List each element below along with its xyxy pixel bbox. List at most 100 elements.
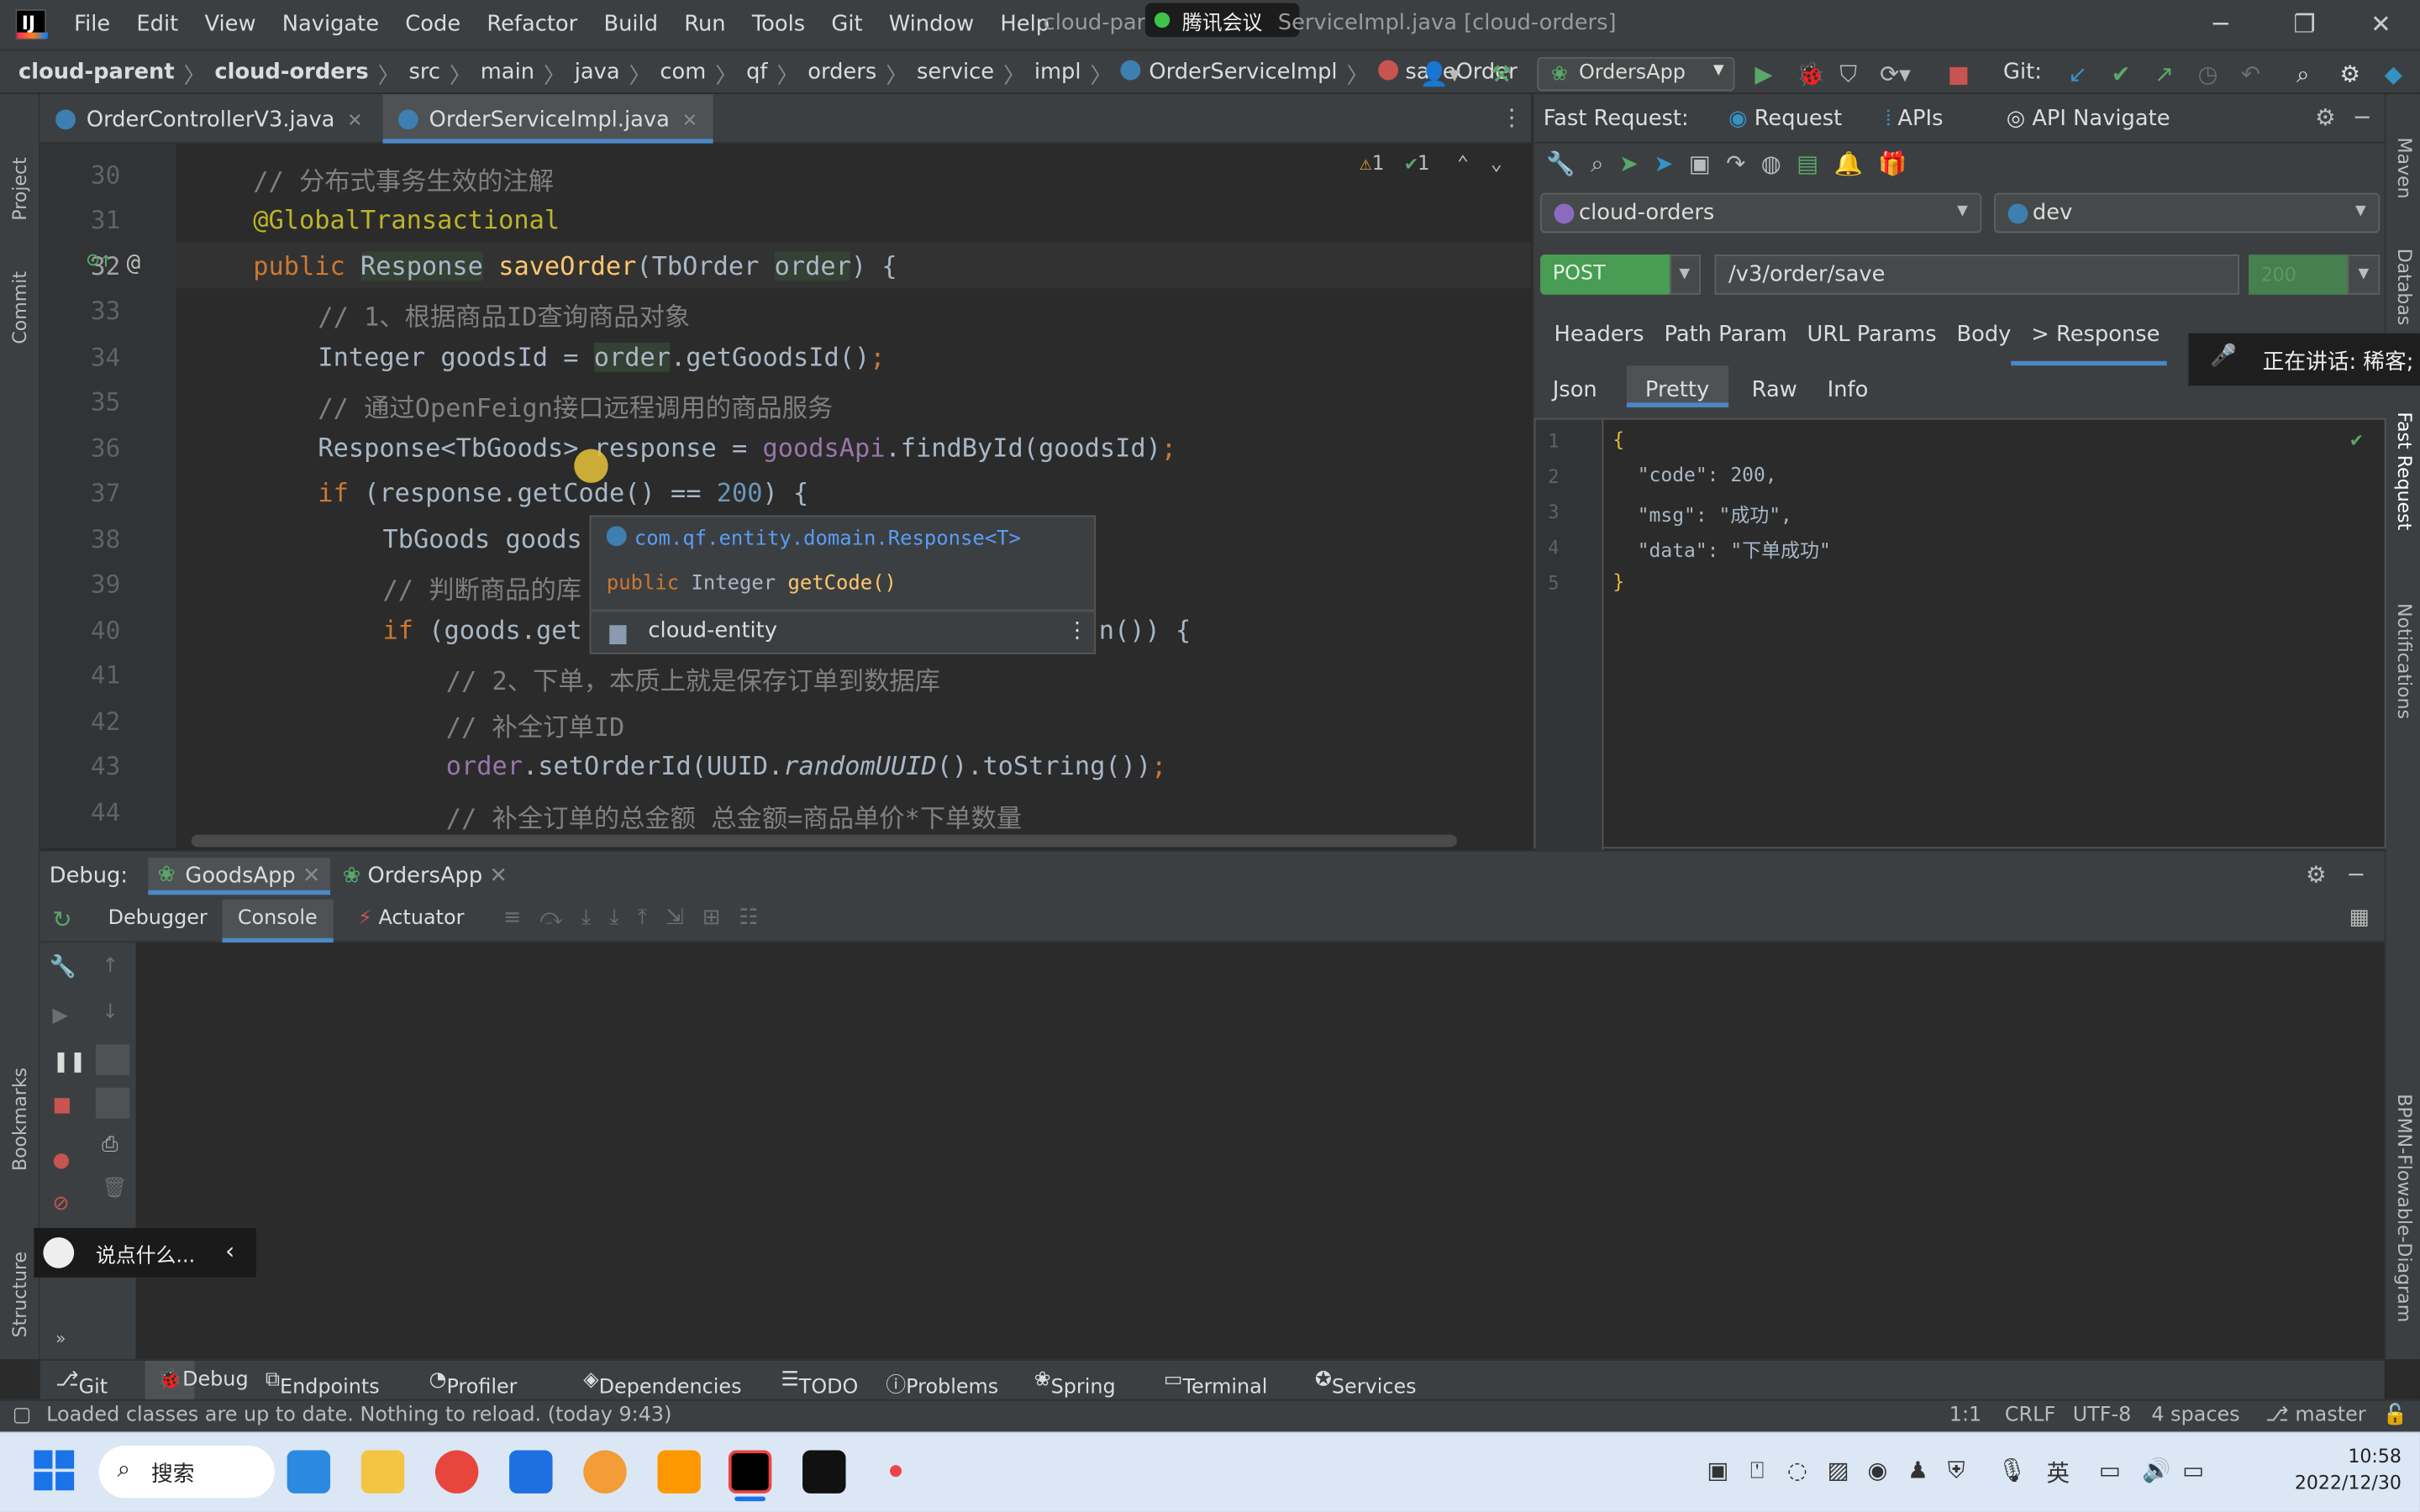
tab-order-service-impl[interactable]: OrderServiceImpl.java ✕ xyxy=(382,94,713,144)
menu-git[interactable]: Git xyxy=(831,13,862,37)
search-icon[interactable]: ⌕ xyxy=(2296,60,2309,88)
run-icon[interactable]: ▶ xyxy=(1754,60,1772,88)
tab-headers[interactable]: Headers xyxy=(1534,310,1644,365)
tab-path-param[interactable]: Path Param xyxy=(1644,310,1786,365)
run-to-cursor-icon[interactable]: ⇲ xyxy=(666,906,702,930)
panel-settings-icon[interactable]: ⚙ xyxy=(2315,103,2336,131)
close-icon[interactable]: ✕ xyxy=(2370,9,2391,39)
url-input[interactable]: /v3/order/save xyxy=(1714,255,2240,295)
tray-cloud-icon[interactable]: ◌ xyxy=(1787,1457,1807,1484)
menu-run[interactable]: Run xyxy=(684,13,725,37)
breadcrumb-item[interactable]: impl xyxy=(1034,60,1081,92)
structure-tool-tab[interactable]: Structure xyxy=(9,1214,31,1338)
bookmarks-tool-tab[interactable]: Bookmarks xyxy=(9,1047,31,1171)
file-encoding[interactable]: UTF-8 xyxy=(2073,1404,2132,1427)
status-dropdown-icon[interactable]: ▼ xyxy=(2347,255,2381,295)
profile-icon[interactable]: ⟳▾ xyxy=(1880,60,1911,88)
breadcrumb-item[interactable]: service xyxy=(917,60,994,92)
stop-debug-icon[interactable]: ■ xyxy=(52,1094,71,1117)
app-icon[interactable] xyxy=(583,1450,627,1494)
tool-problems[interactable]: ⓘ Problems xyxy=(886,1368,998,1399)
fast-request-tool-tab[interactable]: Fast Request xyxy=(2394,412,2416,530)
tab-json[interactable]: Json xyxy=(1553,378,1597,402)
tool-git[interactable]: ⎇ Git xyxy=(55,1368,108,1399)
tab-request[interactable]: ◉ Request xyxy=(1728,107,1842,131)
git-branch[interactable]: ⎇ master xyxy=(2265,1404,2365,1427)
force-step-into-icon[interactable]: ⤓ xyxy=(609,906,637,930)
soft-wrap-icon[interactable] xyxy=(95,1044,130,1076)
tab-info[interactable]: Info xyxy=(1828,378,1869,402)
wrench-icon[interactable]: 🔧 xyxy=(1546,150,1591,177)
close-tab-icon[interactable]: ✕ xyxy=(682,109,697,131)
close-tab-icon[interactable]: ✕ xyxy=(347,109,362,131)
menu-help[interactable]: Help xyxy=(1000,13,1050,37)
tray-security-icon[interactable]: ⛨ xyxy=(1948,1457,1965,1484)
env-select[interactable]: dev xyxy=(1994,192,2381,234)
git-push-icon[interactable]: ↗ xyxy=(2154,60,2174,88)
method-dropdown-icon[interactable]: ▼ xyxy=(1670,255,1702,295)
status-message[interactable]: Loaded classes are up to date. Nothing t… xyxy=(46,1404,671,1427)
terminal-icon[interactable] xyxy=(802,1450,846,1494)
send-icon[interactable]: ➤ xyxy=(1619,150,1654,177)
step-over-icon[interactable]: ⤼ xyxy=(539,906,581,930)
list-icon[interactable]: ≡ xyxy=(503,906,540,930)
scroll-up-icon[interactable]: ↑ xyxy=(102,955,118,979)
run-configuration-select[interactable]: ❀ OrdersApp xyxy=(1537,56,1735,92)
tab-url-params[interactable]: URL Params xyxy=(1787,310,1937,365)
horizontal-scrollbar[interactable] xyxy=(191,834,1457,848)
git-commit-icon[interactable]: ✔ xyxy=(2112,60,2131,88)
tray-wechat-icon[interactable]: ◉ xyxy=(1867,1457,1887,1484)
tray-app-icon[interactable]: ▣ xyxy=(1707,1457,1728,1484)
tool-spring[interactable]: ❀ Spring xyxy=(1034,1368,1116,1399)
popup-class-name[interactable]: com.qf.entity.domain.Response<T> xyxy=(634,528,1021,551)
cursor-position[interactable]: 1:1 xyxy=(1949,1404,1981,1427)
stop-icon[interactable]: ■ xyxy=(1948,60,1970,88)
breadcrumb-item[interactable]: main xyxy=(481,60,534,92)
recorder-icon[interactable]: ● xyxy=(876,1450,919,1493)
tray-network-icon[interactable]: ▨ xyxy=(1828,1457,1849,1484)
tool-endpoints[interactable]: ⧉ Endpoints xyxy=(266,1368,380,1399)
gift-icon[interactable]: 🎁 xyxy=(1878,150,1923,177)
close-session-icon[interactable]: ✕ xyxy=(302,864,321,889)
debug-session-ordersapp[interactable]: ❀ OrdersApp ✕ xyxy=(343,864,508,889)
more-tabs-icon[interactable]: ⋮ xyxy=(1500,103,1523,131)
curl-icon[interactable]: ◍ xyxy=(1761,150,1797,177)
tray-qq-icon[interactable]: ♟ xyxy=(1907,1457,1928,1484)
debug-icon[interactable]: 🐞 xyxy=(1797,60,1825,88)
tab-debugger[interactable]: Debugger xyxy=(108,907,208,931)
response-body-viewer[interactable]: 1 2 3 4 5 { "code": 200, "msg": "成功", "d… xyxy=(1534,417,2386,851)
chat-input-overlay[interactable]: 说点什么... ‹ xyxy=(34,1228,256,1278)
save-icon[interactable]: ▣ xyxy=(1689,150,1726,177)
popup-more-icon[interactable]: ⋮ xyxy=(1066,619,1088,643)
project-tool-tab[interactable]: Project xyxy=(9,113,31,220)
print-icon[interactable]: ⎙ xyxy=(102,1134,118,1158)
restore-icon[interactable]: ❐ xyxy=(2293,9,2315,39)
menu-code[interactable]: Code xyxy=(405,13,460,37)
menu-edit[interactable]: Edit xyxy=(136,13,178,37)
database-tool-tab[interactable]: Database xyxy=(2394,249,2416,326)
scroll-down-icon[interactable]: ↓ xyxy=(102,1001,118,1025)
tool-profiler[interactable]: ◔ Profiler xyxy=(429,1368,518,1399)
plugin-icon[interactable]: ◆ xyxy=(2385,60,2402,88)
menu-navigate[interactable]: Navigate xyxy=(282,13,379,37)
tray-ime-label[interactable]: 英 xyxy=(2046,1457,2070,1489)
step-into-icon[interactable]: ⤓ xyxy=(581,906,609,930)
line-separator[interactable]: CRLF xyxy=(2005,1404,2055,1427)
minimize-icon[interactable]: ─ xyxy=(2213,9,2228,39)
tab-raw[interactable]: Raw xyxy=(1752,378,1797,402)
step-out-icon[interactable]: ⤒ xyxy=(638,906,666,930)
menu-build[interactable]: Build xyxy=(603,13,658,37)
scroll-to-end-icon[interactable] xyxy=(95,1087,130,1119)
indent-setting[interactable]: 4 spaces xyxy=(2151,1404,2239,1427)
tool-todo[interactable]: ☰ TODO xyxy=(781,1368,858,1399)
view-breakpoints-icon[interactable]: ● xyxy=(52,1149,70,1173)
breadcrumb-item[interactable]: java xyxy=(575,60,620,92)
pause-icon[interactable]: ❚❚ xyxy=(52,1051,86,1074)
rerun-icon[interactable]: ↻ xyxy=(52,906,71,933)
clear-all-icon[interactable]: 🗑 xyxy=(102,1177,127,1200)
trace-icon[interactable]: ☷ xyxy=(739,906,776,930)
vscode-icon[interactable] xyxy=(287,1450,331,1494)
coverage-icon[interactable]: ⛉ xyxy=(1839,60,1857,88)
commit-tool-tab[interactable]: Commit xyxy=(9,251,31,344)
method-select[interactable]: POST xyxy=(1540,255,1670,295)
